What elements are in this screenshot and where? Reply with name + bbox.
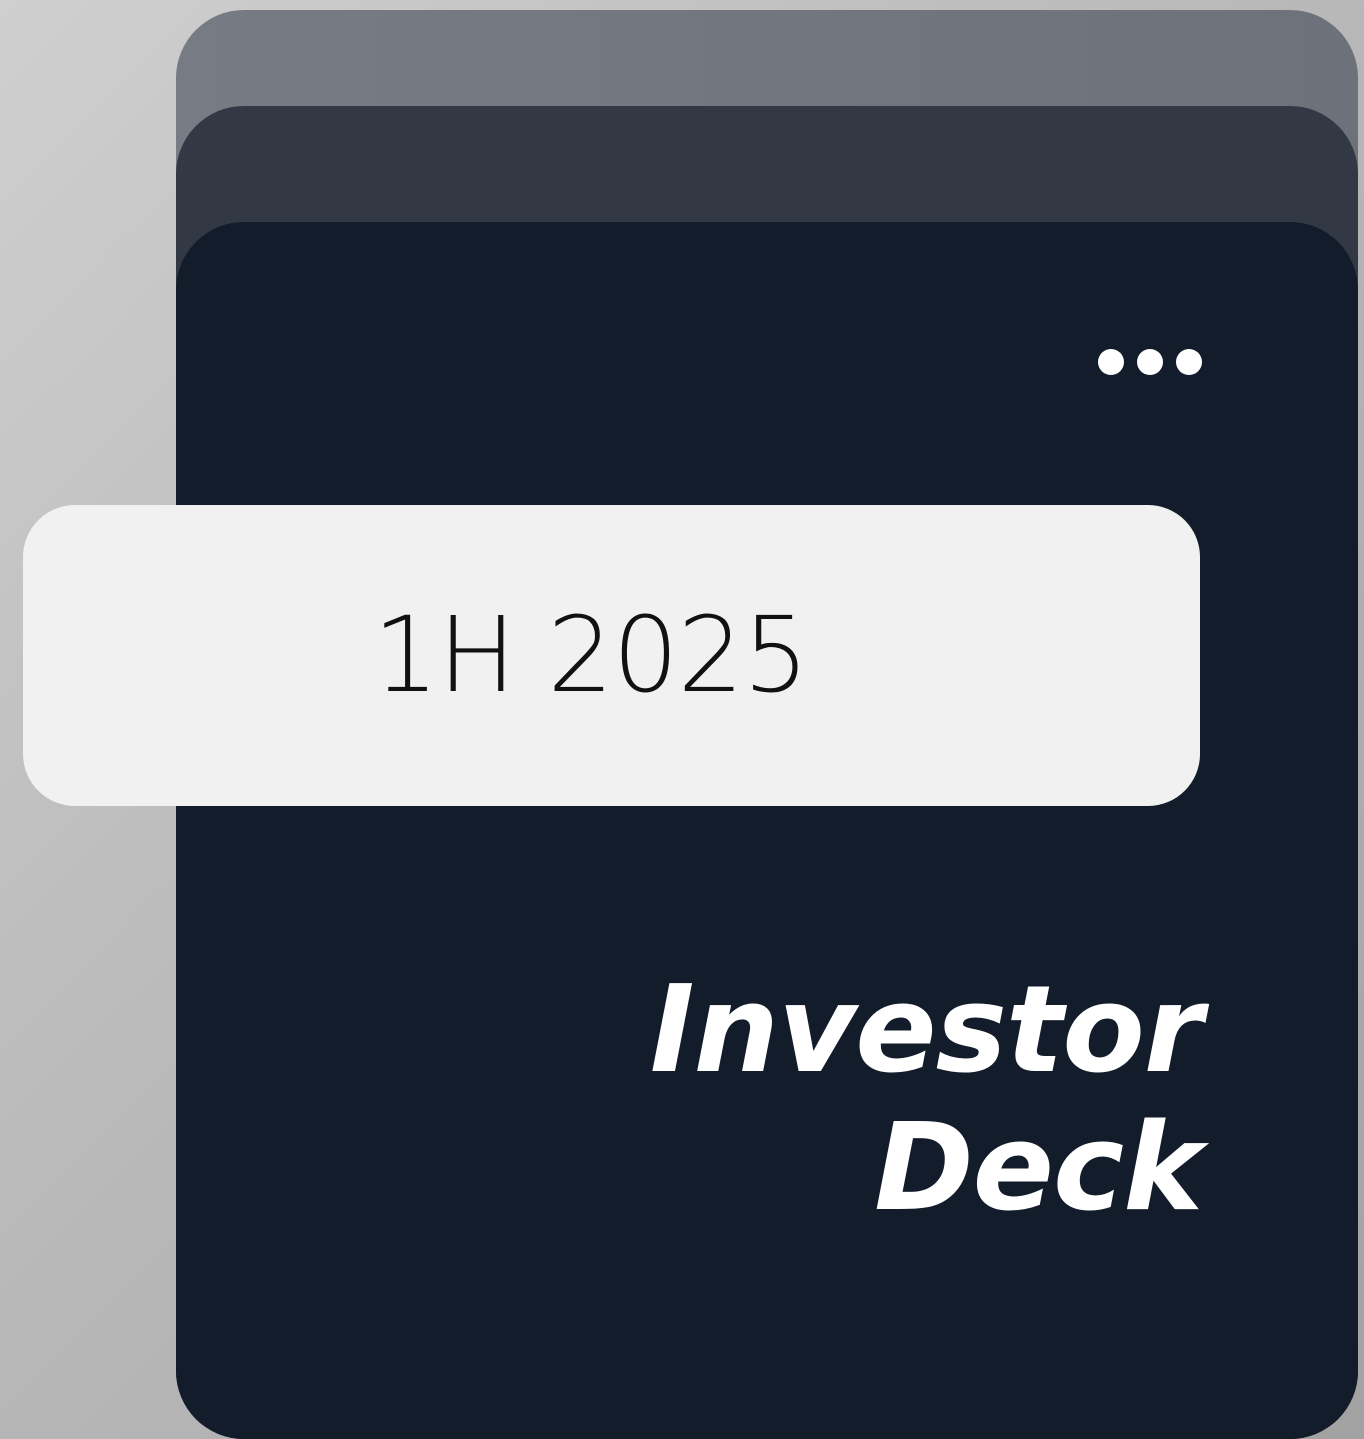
deck-title-line-1: Investor (649, 961, 1203, 1100)
more-options-icon[interactable] (1098, 342, 1202, 382)
period-badge: 1H 2025 (23, 505, 1200, 806)
period-label: 1H 2025 (372, 594, 809, 716)
deck-title-line-2: Deck (874, 1099, 1203, 1238)
card-front (176, 222, 1358, 1439)
more-dot (1137, 349, 1163, 375)
more-dot (1098, 349, 1124, 375)
more-dot (1176, 349, 1202, 375)
deck-title: Investor Deck (502, 961, 1203, 1238)
